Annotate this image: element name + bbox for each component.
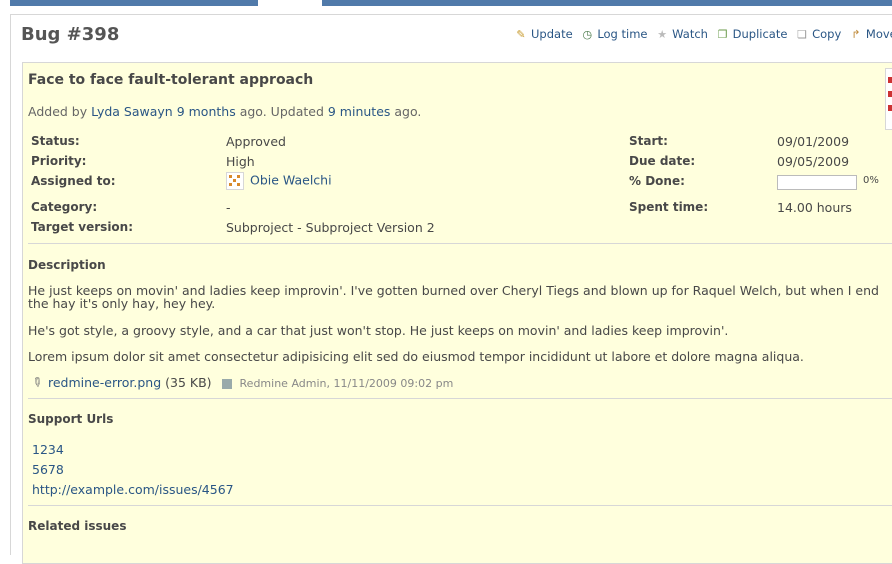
done-progress-bar: [777, 175, 857, 190]
priority-label: Priority:: [31, 154, 87, 168]
attachment-link[interactable]: redmine-error.png: [48, 375, 161, 390]
attachment-row: ✎ redmine-error.png (35 KB) Redmine Admin…: [28, 372, 454, 392]
target-version-value: Subproject - Subproject Version 2: [226, 220, 435, 235]
description-paragraph-1: He just keeps on movin' and ladies keep …: [28, 283, 879, 311]
done-label: % Done:: [629, 174, 685, 188]
issue-author-line: Added by Lyda Sawayn 9 months ago. Updat…: [28, 104, 422, 119]
move-button[interactable]: ↱Move: [849, 27, 892, 41]
issue-subject: Face to face fault-tolerant approach: [28, 72, 314, 88]
category-label: Category:: [31, 200, 98, 214]
due-date-label: Due date:: [629, 154, 696, 168]
paperclip-icon: ✎: [28, 372, 47, 392]
due-date-value: 09/05/2009: [777, 154, 850, 169]
related-issues-title: Related issues: [28, 519, 127, 533]
top-tab-strip: [0, 0, 892, 6]
divider: [28, 398, 892, 399]
updated-time-link[interactable]: 9 minutes: [328, 104, 391, 119]
author-link[interactable]: Lyda Sawayn: [91, 104, 173, 119]
update-button[interactable]: ✎ Update: [514, 27, 572, 41]
assigned-value: Obie Waelchi: [226, 172, 332, 190]
tab-strip-right[interactable]: [322, 0, 892, 6]
support-url-link[interactable]: http://example.com/issues/4567: [32, 482, 234, 497]
category-value: -: [226, 200, 231, 215]
pencil-icon: ✎: [516, 28, 526, 41]
author-avatar: [885, 68, 892, 130]
divider: [28, 243, 892, 244]
log-time-button[interactable]: ◷ Log time: [580, 27, 648, 41]
move-arrow-icon: ↱: [851, 28, 861, 41]
created-time-link[interactable]: 9 months: [177, 104, 236, 119]
copy-icon: ❏: [797, 28, 808, 41]
duplicate-icon: ❐: [717, 28, 728, 41]
user-avatar-icon: [226, 172, 244, 190]
assignee-link[interactable]: Obie Waelchi: [250, 173, 332, 188]
watch-button[interactable]: ★ Watch: [655, 27, 708, 41]
start-label: Start:: [629, 134, 668, 148]
divider: [28, 505, 892, 506]
spent-time-link[interactable]: 14.00 hours: [777, 200, 852, 215]
support-urls-title: Support Urls: [28, 412, 114, 426]
start-value: 09/01/2009: [777, 134, 850, 149]
description-paragraph-3: Lorem ipsum dolor sit amet consectetur a…: [28, 349, 804, 364]
status-label: Status:: [31, 134, 80, 148]
support-url-link[interactable]: 5678: [32, 462, 64, 477]
page-title: Bug #398: [21, 24, 120, 45]
spent-time-label: Spent time:: [629, 200, 709, 214]
issue-actions: ✎ Update ◷ Log time ★ Watch ❐ Duplicate ❏ Cop…: [514, 27, 892, 41]
assigned-label: Assigned to:: [31, 174, 116, 188]
status-value: Approved: [226, 134, 286, 149]
target-version-label: Target version:: [31, 220, 134, 234]
description-paragraph-2: He's got style, a groovy style, and a ca…: [28, 323, 729, 338]
description-title: Description: [28, 258, 106, 272]
duplicate-button[interactable]: ❐ Duplicate: [716, 27, 788, 41]
star-icon: ★: [657, 28, 668, 41]
priority-value: High: [226, 154, 255, 169]
clock-icon: ◷: [582, 28, 593, 41]
tab-active-strip[interactable]: [10, 0, 258, 6]
copy-button[interactable]: ❏ Copy: [795, 27, 841, 41]
attachment-meta: Redmine Admin, 11/11/2009 09:02 pm: [239, 377, 454, 390]
support-url-link[interactable]: 1234: [32, 442, 64, 457]
done-percent: 0%: [863, 175, 879, 186]
delete-icon[interactable]: [221, 378, 232, 389]
attachment-size: (35 KB): [165, 375, 212, 390]
